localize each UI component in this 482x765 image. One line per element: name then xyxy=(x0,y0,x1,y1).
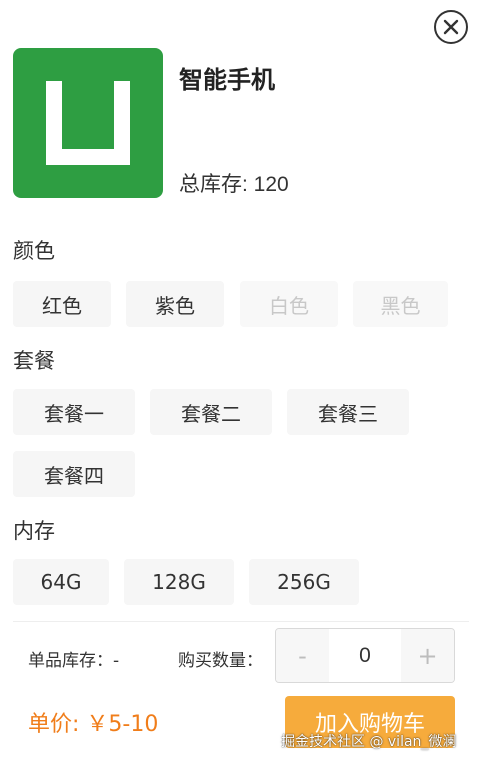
option-package-1[interactable]: 套餐一 xyxy=(13,389,135,435)
option-color-red[interactable]: 红色 xyxy=(13,281,111,327)
option-memory-128g[interactable]: 128G xyxy=(124,559,234,605)
option-package-2[interactable]: 套餐二 xyxy=(150,389,272,435)
option-color-white[interactable]: 白色 xyxy=(240,281,338,327)
item-stock-label: 单品库存：- xyxy=(28,651,120,671)
group-title-package: 套餐 xyxy=(13,349,55,373)
product-image xyxy=(13,48,163,198)
divider xyxy=(13,621,469,622)
option-package-3[interactable]: 套餐三 xyxy=(287,389,409,435)
close-button[interactable] xyxy=(434,10,468,44)
group-title-color: 颜色 xyxy=(13,239,55,263)
increment-button[interactable]: + xyxy=(401,629,454,682)
close-icon xyxy=(443,19,459,35)
watermark: 掘金技术社区 @ vilan_微澜 xyxy=(281,734,457,750)
unit-price: 单价: ￥5-10 xyxy=(28,712,159,737)
quantity-input[interactable] xyxy=(329,629,401,682)
product-name: 智能手机 xyxy=(179,66,275,94)
option-memory-256g[interactable]: 256G xyxy=(249,559,359,605)
option-color-purple[interactable]: 紫色 xyxy=(126,281,224,327)
decrement-button[interactable]: - xyxy=(276,629,329,682)
total-stock: 总库存: 120 xyxy=(179,173,289,196)
product-logo-icon xyxy=(46,81,130,165)
option-memory-64g[interactable]: 64G xyxy=(13,559,109,605)
quantity-label: 购买数量： xyxy=(178,651,263,671)
quantity-stepper[interactable]: - + xyxy=(275,628,455,683)
option-color-black[interactable]: 黑色 xyxy=(353,281,448,327)
option-package-4[interactable]: 套餐四 xyxy=(13,451,135,497)
group-title-memory: 内存 xyxy=(13,519,55,543)
